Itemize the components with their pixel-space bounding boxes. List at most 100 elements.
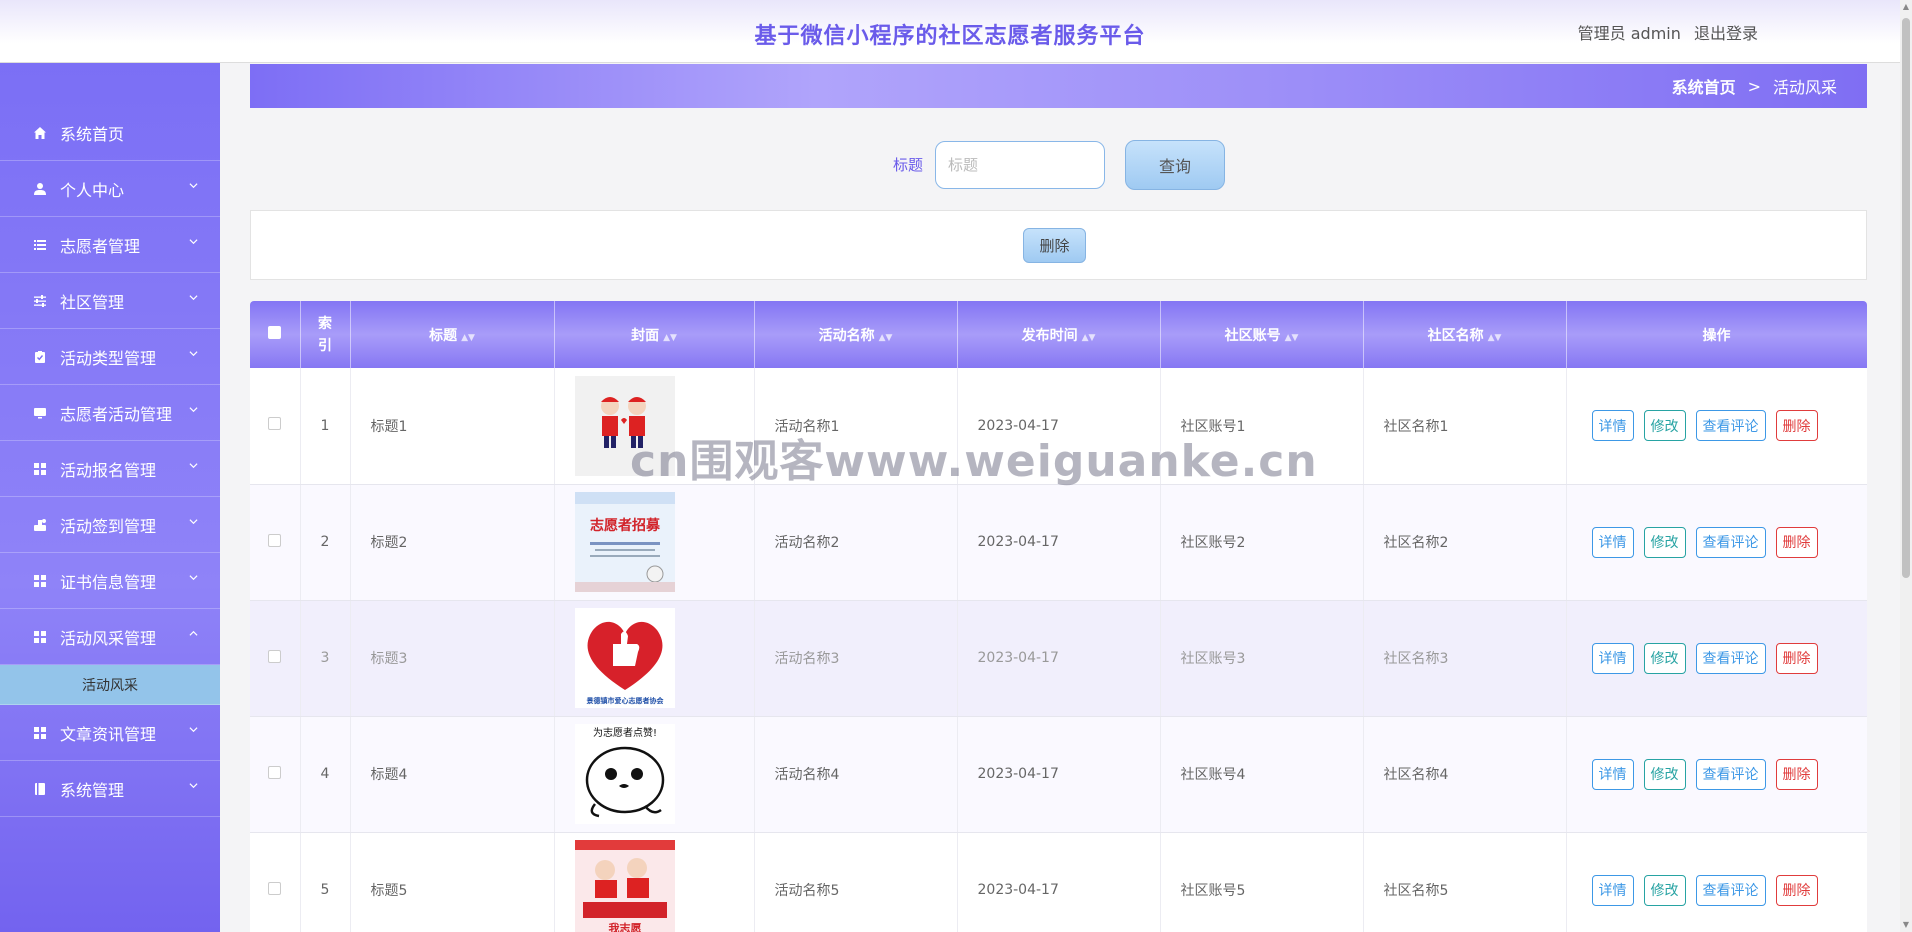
scroll-up-icon[interactable]: ▲ (1902, 2, 1910, 12)
cover-image[interactable] (574, 375, 675, 476)
view-comments-button[interactable]: 查看评论 (1695, 526, 1766, 558)
chevron-down-icon (189, 407, 198, 413)
column-header-title[interactable]: 标题 ▲▼ (350, 301, 555, 368)
sidebar-item-profile[interactable]: 个人中心 (0, 161, 220, 217)
column-header-operations: 操作 (1566, 301, 1867, 368)
community-account-cell: 社区账号4 (1160, 716, 1364, 833)
operations-cell: 详情 修改 查看评论 删除 (1566, 716, 1867, 833)
delete-button[interactable]: 删除 (1775, 758, 1818, 790)
delete-button[interactable]: 删除 (1775, 642, 1818, 674)
detail-button[interactable]: 详情 (1591, 758, 1634, 790)
sort-icon[interactable]: ▲▼ (1082, 333, 1096, 343)
column-header-index: 索 引 (300, 301, 351, 368)
operations-cell: 详情 修改 查看评论 删除 (1566, 484, 1867, 601)
index-cell: 3 (300, 600, 351, 717)
monitor-icon (32, 405, 48, 421)
sidebar-item-articles[interactable]: 文章资讯管理 (0, 705, 220, 761)
cover-image[interactable]: 我志愿 (574, 840, 675, 932)
sidebar-item-checkins[interactable]: 活动签到管理 (0, 497, 220, 553)
edit-button[interactable]: 修改 (1643, 642, 1686, 674)
index-cell: 1 (300, 368, 351, 485)
delete-button[interactable]: 删除 (1775, 410, 1818, 442)
detail-button[interactable]: 详情 (1591, 642, 1634, 674)
logout-link[interactable]: 退出登录 (1694, 24, 1758, 43)
chevron-down-icon (189, 727, 198, 733)
delete-button[interactable]: 删除 (1775, 526, 1818, 558)
scroll-down-icon[interactable]: ▼ (1902, 920, 1910, 930)
view-comments-button[interactable]: 查看评论 (1695, 642, 1766, 674)
row-actions: 详情 修改 查看评论 删除 (1587, 642, 1867, 674)
breadcrumb-current: 活动风采 (1772, 78, 1837, 97)
edit-button[interactable]: 修改 (1643, 874, 1686, 906)
search-title-label: 标题 (893, 156, 924, 174)
row-checkbox[interactable] (268, 881, 282, 895)
view-comments-button[interactable]: 查看评论 (1695, 758, 1766, 790)
edit-button[interactable]: 修改 (1643, 410, 1686, 442)
row-actions: 详情 修改 查看评论 删除 (1587, 526, 1867, 558)
detail-button[interactable]: 详情 (1591, 410, 1634, 442)
row-checkbox[interactable] (268, 533, 282, 547)
select-all-cell (250, 301, 301, 368)
sidebar-item-volunteers[interactable]: 志愿者管理 (0, 217, 220, 273)
sidebar-item-label: 志愿者活动管理 (60, 404, 173, 424)
sort-icon[interactable]: ▲▼ (1285, 333, 1299, 343)
row-select-cell (250, 368, 301, 485)
column-header-publish-time[interactable]: 发布时间 ▲▼ (957, 301, 1161, 368)
chevron-down-icon (189, 463, 198, 469)
cover-cell: 景德镇市爱心志愿者协会 (554, 600, 755, 717)
sidebar-item-volunteer-activities[interactable]: 志愿者活动管理 (0, 385, 220, 441)
sort-icon[interactable]: ▲▼ (1488, 333, 1502, 343)
page-scrollbar[interactable]: ▲ ▼ (1900, 0, 1912, 932)
sidebar-item-home[interactable]: 系统首页 (0, 105, 220, 161)
activity-name-cell: 活动名称2 (754, 484, 958, 601)
breadcrumb-home[interactable]: 系统首页 (1672, 74, 1736, 98)
top-header: 基于微信小程序的社区志愿者服务平台 管理员 admin 退出登录 (0, 0, 1900, 63)
sidebar-item-label: 系统首页 (60, 124, 125, 144)
cover-cell (554, 368, 755, 485)
edit-button[interactable]: 修改 (1643, 758, 1686, 790)
breadcrumb: 系统首页 > 活动风采 (250, 64, 1867, 108)
sidebar-item-label: 活动类型管理 (60, 348, 157, 368)
sidebar-item-certificates[interactable]: 证书信息管理 (0, 553, 220, 609)
sort-icon[interactable]: ▲▼ (879, 333, 893, 343)
sidebar-item-system[interactable]: 系统管理 (0, 761, 220, 817)
cover-cell: 志愿者招募 (554, 484, 755, 601)
column-header-community-account[interactable]: 社区账号 ▲▼ (1160, 301, 1364, 368)
title-cell: 标题2 (350, 484, 555, 601)
user-icon (32, 181, 48, 197)
index-cell: 2 (300, 484, 351, 601)
view-comments-button[interactable]: 查看评论 (1695, 874, 1766, 906)
sidebar-item-community[interactable]: 社区管理 (0, 273, 220, 329)
cover-image[interactable]: 为志愿者点赞! (574, 724, 675, 824)
table-row: 1 标题1 活动名称1 2023-04-17 社区账号1 社区名称1 详情 修改… (250, 368, 1867, 485)
chevron-down-icon (189, 351, 198, 357)
sidebar-item-activity-types[interactable]: 活动类型管理 (0, 329, 220, 385)
sidebar-item-registrations[interactable]: 活动报名管理 (0, 441, 220, 497)
detail-button[interactable]: 详情 (1591, 874, 1634, 906)
cover-image[interactable]: 志愿者招募 (574, 492, 675, 592)
bulk-delete-button[interactable]: 删除 (1023, 228, 1086, 263)
row-actions: 详情 修改 查看评论 删除 (1587, 874, 1867, 906)
sort-icon[interactable]: ▲▼ (663, 333, 677, 343)
row-checkbox[interactable] (268, 649, 282, 663)
column-header-activity-name[interactable]: 活动名称 ▲▼ (754, 301, 958, 368)
detail-button[interactable]: 详情 (1591, 526, 1634, 558)
submenu-item-activity-showcase[interactable]: 活动风采 (0, 665, 220, 705)
view-comments-button[interactable]: 查看评论 (1695, 410, 1766, 442)
sidebar-item-activity-showcase[interactable]: 活动风采管理 (0, 609, 220, 665)
delete-button[interactable]: 删除 (1775, 874, 1818, 906)
search-title-input[interactable] (935, 141, 1105, 189)
scrollbar-thumb[interactable] (1902, 18, 1910, 578)
search-button[interactable]: 查询 (1125, 140, 1225, 190)
row-checkbox[interactable] (268, 417, 282, 431)
column-header-cover[interactable]: 封面 ▲▼ (554, 301, 755, 368)
cover-image[interactable]: 景德镇市爱心志愿者协会 (574, 608, 675, 708)
column-header-community-name[interactable]: 社区名称 ▲▼ (1363, 301, 1567, 368)
select-all-checkbox[interactable] (268, 326, 282, 339)
sidebar-item-label: 个人中心 (60, 180, 125, 200)
community-account-cell: 社区账号3 (1160, 600, 1364, 717)
edit-button[interactable]: 修改 (1643, 526, 1686, 558)
sort-icon[interactable]: ▲▼ (461, 333, 475, 343)
row-checkbox[interactable] (268, 765, 282, 779)
row-select-cell (250, 600, 301, 717)
